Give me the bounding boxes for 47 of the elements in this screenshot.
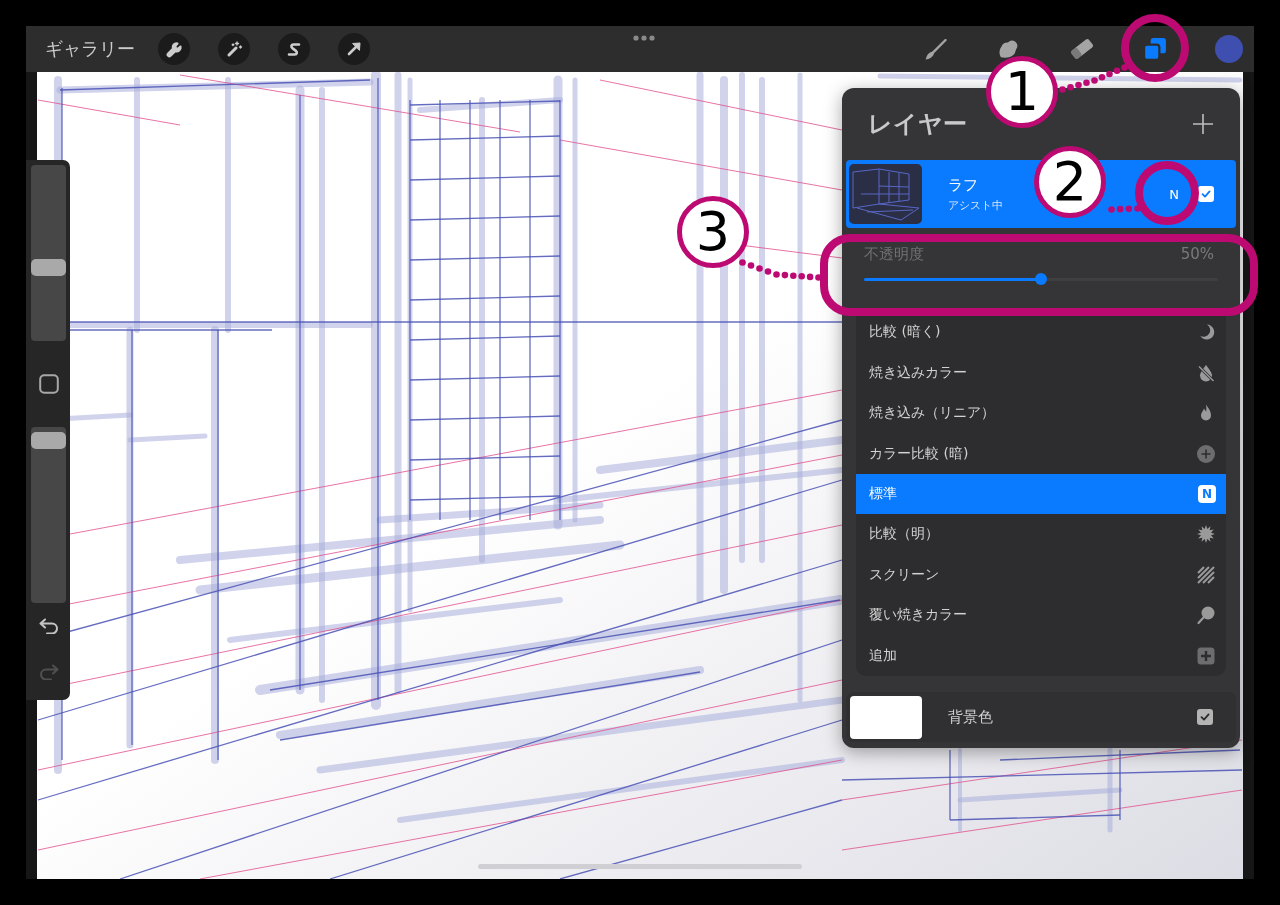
brush-size-slider[interactable] — [31, 165, 66, 341]
more-icon[interactable] — [633, 35, 655, 41]
blend-mode-item[interactable]: 比較 (暗く) — [856, 312, 1226, 353]
wrench-icon[interactable] — [158, 33, 190, 65]
opacity-value: 50% — [1180, 245, 1214, 264]
blend-mode-item[interactable]: 標準 N — [856, 473, 1226, 515]
highlight-ring — [1121, 14, 1189, 82]
layers-icon[interactable] — [1142, 37, 1167, 61]
starburst-icon — [1196, 524, 1216, 545]
magnifier-icon — [1196, 605, 1216, 626]
dotted-leader-line — [1058, 63, 1128, 93]
layer-status: アシスト中 — [948, 197, 1003, 213]
brush-icon[interactable] — [924, 38, 947, 60]
layer-name: ラフ — [948, 175, 978, 195]
color-swatch[interactable] — [1215, 35, 1243, 63]
blend-mode-item[interactable]: カラー比較 (暗) — [856, 433, 1226, 474]
blend-mode-item[interactable]: スクリーン — [856, 554, 1226, 596]
background-swatch — [850, 695, 922, 739]
background-label: 背景色 — [948, 707, 994, 727]
blend-mode-item[interactable]: 焼き込みカラー — [856, 352, 1226, 393]
square-icon[interactable] — [38, 374, 59, 394]
slider-thumb[interactable] — [31, 258, 66, 276]
dotted-leader-line — [1107, 204, 1141, 213]
blend-mode-button[interactable]: N — [1159, 179, 1189, 209]
plus-square-icon — [1196, 645, 1216, 666]
opacity-slider[interactable] — [864, 273, 1218, 285]
blob-icon[interactable] — [997, 40, 1020, 58]
blend-mode-item[interactable]: 追加 — [856, 635, 1226, 676]
slider-thumb[interactable] — [1035, 273, 1047, 285]
visibility-checkbox[interactable] — [1197, 709, 1213, 725]
opacity-label: 不透明度 — [864, 245, 924, 264]
visibility-checkbox[interactable] — [1198, 186, 1214, 202]
undo-icon[interactable] — [38, 618, 59, 634]
brush-opacity-slider[interactable] — [31, 427, 66, 603]
panel-title: レイヤー — [868, 109, 967, 140]
blend-mode-item[interactable]: 焼き込み（リニア） — [856, 392, 1226, 434]
magic-wand-icon[interactable] — [218, 33, 250, 65]
normal-mode-badge: N — [1198, 484, 1216, 503]
highlight-ring — [1135, 161, 1199, 225]
s-curve-icon[interactable] — [278, 33, 310, 65]
slider-thumb[interactable] — [31, 431, 66, 449]
background-layer-row[interactable]: 背景色 — [846, 692, 1236, 742]
blend-mode-item[interactable]: 比較（明） — [856, 514, 1226, 555]
blend-mode-item[interactable]: 覆い焼きカラー — [856, 595, 1226, 636]
plus-circle-icon — [1196, 443, 1216, 464]
plus-icon[interactable] — [1192, 113, 1214, 135]
gallery-button[interactable]: ギャラリー — [45, 40, 135, 58]
